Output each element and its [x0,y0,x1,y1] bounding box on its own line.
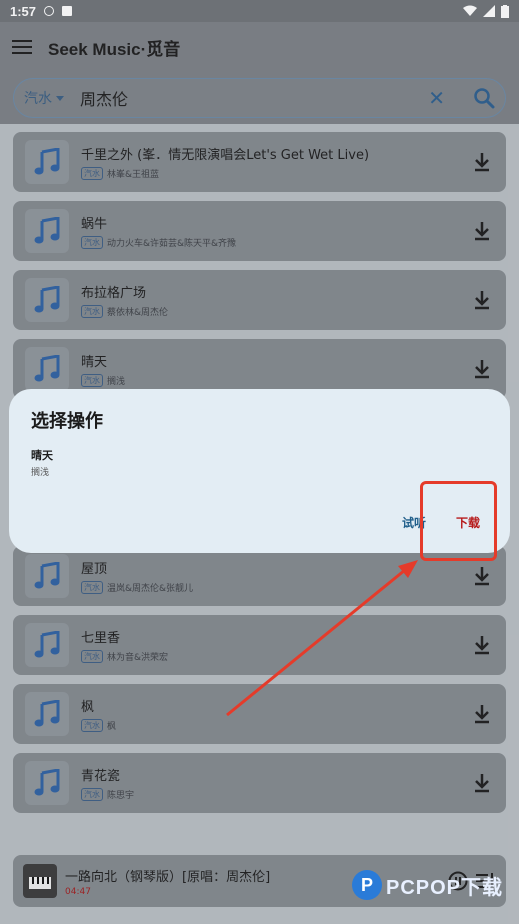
watermark-logo: P PCPOP下载 [352,870,503,900]
watermark-text: PCPOP下载 [386,876,504,899]
pointer-arrow [226,560,418,717]
brand-logo-icon: P [352,870,382,900]
